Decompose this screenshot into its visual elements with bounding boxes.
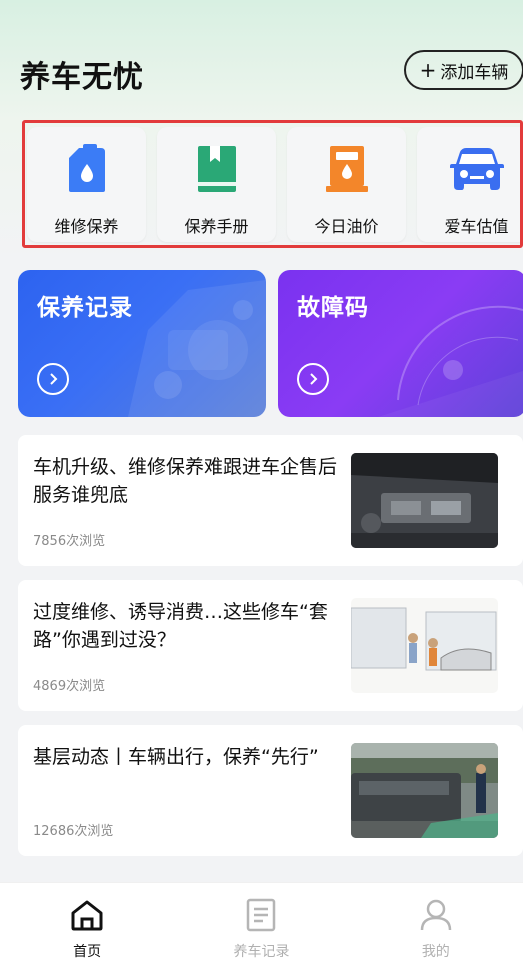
news-item[interactable]: 车机升级、维修保养难跟进车企售后服务谁兜底 7856次浏览 (18, 435, 523, 566)
tab-label: 我的 (421, 944, 450, 960)
quick-action-label: 保养手册 (184, 217, 249, 236)
bottom-tab-bar: 首页 养车记录 我的 (0, 882, 523, 966)
header: 养车无忧 + 添加车辆 (0, 0, 523, 110)
news-item[interactable]: 基层动态丨车辆出行，保养“先行” 12686次浏览 (18, 725, 523, 856)
quick-action-fuel-price[interactable]: 今日油价 (287, 127, 406, 242)
news-views: 4869次浏览 (33, 679, 106, 694)
news-item[interactable]: 过度维修、诱导消费…这些修车“套路”你遇到过没？ 4869次浏览 (18, 580, 523, 711)
quick-action-manual[interactable]: 保养手册 (157, 127, 276, 242)
home-icon (69, 895, 105, 935)
page-title: 养车无忧 (20, 60, 144, 95)
add-car-label: 添加车辆 (440, 62, 509, 83)
quick-action-car-valuation[interactable]: 爱车估值 (417, 127, 520, 242)
news-views: 7856次浏览 (33, 534, 106, 549)
fuel-pump-icon (324, 143, 370, 195)
plus-icon: + (419, 58, 437, 82)
news-thumbnail (351, 453, 498, 548)
add-car-button[interactable]: + 添加车辆 (404, 50, 523, 90)
quick-action-label: 今日油价 (314, 217, 379, 236)
news-title: 基层动态丨车辆出行，保养“先行” (33, 746, 319, 768)
car-front-icon (449, 143, 504, 195)
fault-codes-card[interactable]: 故障码 (278, 270, 523, 417)
news-title: 车机升级、维修保养难跟进车企售后服务谁兜底 (33, 456, 338, 506)
news-thumbnail (351, 743, 498, 838)
maintenance-records-card[interactable]: 保养记录 (18, 270, 266, 417)
oil-can-icon (65, 143, 109, 195)
tab-car-records[interactable]: 养车记录 (191, 883, 331, 966)
news-title: 过度维修、诱导消费…这些修车“套路”你遇到过没？ (33, 601, 328, 651)
news-views: 12686次浏览 (33, 824, 114, 839)
user-icon (419, 895, 453, 935)
news-thumbnail (351, 598, 498, 693)
chevron-right-icon (37, 363, 69, 395)
tab-profile[interactable]: 我的 (366, 883, 506, 966)
card-title: 故障码 (297, 295, 369, 321)
tab-label: 首页 (73, 944, 102, 960)
document-icon (246, 895, 276, 935)
quick-action-label: 维修保养 (54, 217, 119, 236)
quick-action-label: 爱车估值 (444, 217, 509, 236)
tab-label: 养车记录 (233, 944, 290, 960)
chevron-right-icon (297, 363, 329, 395)
card-title: 保养记录 (37, 295, 133, 321)
quick-action-maintenance[interactable]: 维修保养 (27, 127, 146, 242)
manual-book-icon (196, 143, 238, 195)
tab-home[interactable]: 首页 (17, 883, 157, 966)
quick-actions: 维修保养 保养手册 今日油价 爱车估值 (22, 120, 523, 248)
